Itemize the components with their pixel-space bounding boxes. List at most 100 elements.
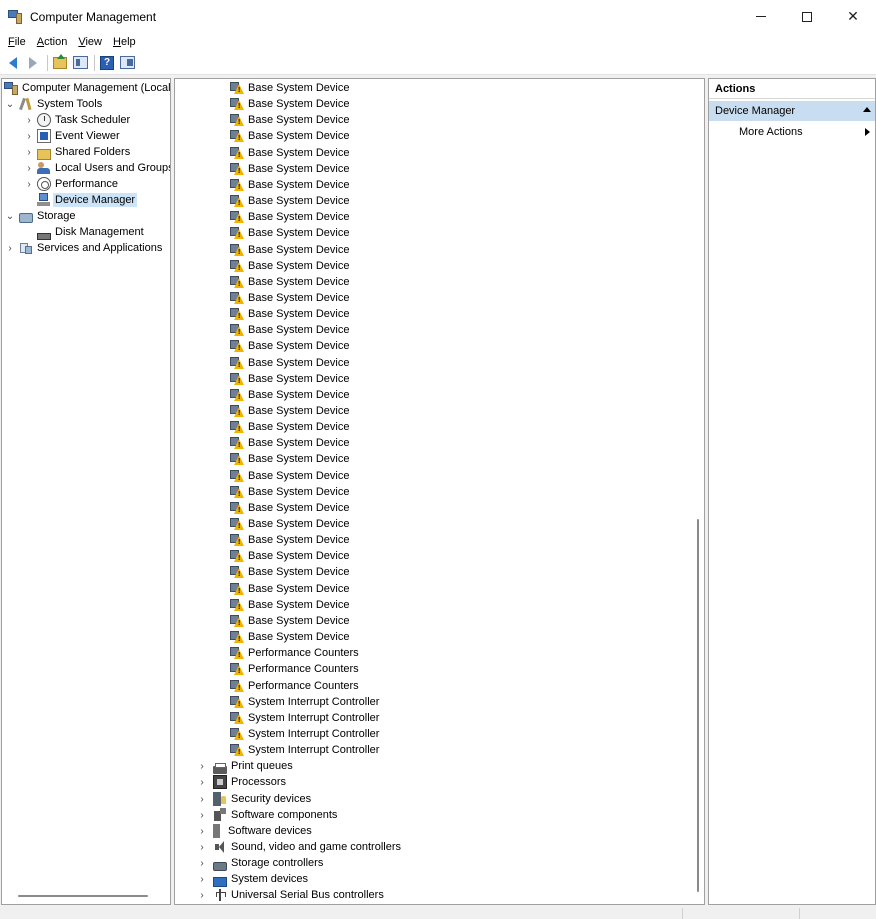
device-row[interactable]: ! Base System Device: [230, 177, 349, 193]
up-one-level-button[interactable]: [51, 53, 69, 72]
show-hide-tree-button[interactable]: [71, 54, 89, 72]
device-row[interactable]: ! Base System Device: [230, 80, 349, 96]
tree-item-local-users[interactable]: › Local Users and Groups: [24, 160, 170, 176]
device-row[interactable]: ! Base System Device: [230, 225, 349, 241]
device-category-sound-video-and-game-controllers[interactable]: › Sound, video and game controllers: [197, 839, 401, 855]
chevron-right-icon[interactable]: ›: [197, 890, 207, 901]
chevron-right-icon[interactable]: ›: [197, 810, 207, 821]
more-actions-item[interactable]: More Actions: [709, 123, 875, 141]
tree-item-system-tools[interactable]: ⌄ System Tools: [5, 96, 102, 112]
device-row[interactable]: ! Base System Device: [230, 613, 349, 629]
chevron-down-icon[interactable]: ⌄: [5, 211, 15, 222]
device-row[interactable]: ! Base System Device: [230, 112, 349, 128]
chevron-right-icon[interactable]: ›: [197, 842, 207, 853]
actions-section-device-manager[interactable]: Device Manager: [709, 101, 875, 121]
chevron-right-icon[interactable]: ›: [197, 826, 207, 837]
chevron-right-icon[interactable]: ›: [197, 777, 207, 788]
device-row[interactable]: ! Base System Device: [230, 419, 349, 435]
device-row[interactable]: ! Base System Device: [230, 516, 349, 532]
device-row[interactable]: ! Base System Device: [230, 371, 349, 387]
device-row[interactable]: ! Base System Device: [230, 387, 349, 403]
device-row[interactable]: ! Base System Device: [230, 597, 349, 613]
tree-item-task-scheduler[interactable]: › Task Scheduler: [24, 112, 130, 128]
device-row[interactable]: ! System Interrupt Controller: [230, 726, 379, 742]
horizontal-scrollbar[interactable]: [2, 889, 170, 904]
chevron-right-icon[interactable]: ›: [197, 761, 207, 772]
device-row[interactable]: ! Base System Device: [230, 242, 349, 258]
menu-file[interactable]: File: [3, 36, 32, 48]
menu-help[interactable]: Help: [108, 36, 142, 48]
device-row[interactable]: ! Base System Device: [230, 96, 349, 112]
device-row[interactable]: ! Base System Device: [230, 128, 349, 144]
close-button[interactable]: ✕: [830, 0, 876, 33]
device-row[interactable]: ! Base System Device: [230, 435, 349, 451]
device-category-storage-controllers[interactable]: › Storage controllers: [197, 855, 323, 871]
device-row[interactable]: ! Performance Counters: [230, 661, 359, 677]
device-row[interactable]: ! Base System Device: [230, 468, 349, 484]
device-row[interactable]: ! Base System Device: [230, 290, 349, 306]
help-button[interactable]: ?: [98, 54, 116, 72]
collapse-arrow-icon[interactable]: [863, 107, 871, 112]
forward-button[interactable]: [24, 54, 42, 72]
tree-item-device-manager[interactable]: Device Manager: [37, 192, 138, 208]
device-row[interactable]: ! Base System Device: [230, 532, 349, 548]
minimize-button[interactable]: [738, 0, 784, 33]
chevron-right-icon[interactable]: ›: [24, 163, 34, 174]
tree-root[interactable]: Computer Management (Local: [4, 80, 170, 96]
device-row[interactable]: ! Base System Device: [230, 484, 349, 500]
device-row[interactable]: ! Base System Device: [230, 581, 349, 597]
device-category-processors[interactable]: › Processors: [197, 774, 286, 790]
device-row[interactable]: ! Base System Device: [230, 564, 349, 580]
device-row[interactable]: ! Base System Device: [230, 548, 349, 564]
device-category-software-components[interactable]: › Software components: [197, 807, 337, 823]
maximize-button[interactable]: [784, 0, 830, 33]
tree-item-services[interactable]: › Services and Applications: [5, 240, 162, 256]
device-row[interactable]: ! Base System Device: [230, 322, 349, 338]
device-row[interactable]: ! Base System Device: [230, 451, 349, 467]
device-category-system-devices[interactable]: › System devices: [197, 871, 308, 887]
tree-item-storage[interactable]: ⌄ Storage: [5, 208, 76, 224]
device-row[interactable]: ! Base System Device: [230, 161, 349, 177]
device-row[interactable]: ! Performance Counters: [230, 678, 359, 694]
device-row[interactable]: ! Base System Device: [230, 209, 349, 225]
device-row[interactable]: ! System Interrupt Controller: [230, 694, 379, 710]
device-row[interactable]: ! Base System Device: [230, 355, 349, 371]
tree-item-disk-management[interactable]: Disk Management: [37, 224, 144, 240]
scrollbar-thumb[interactable]: [18, 895, 148, 897]
device-row[interactable]: ! Base System Device: [230, 500, 349, 516]
device-category-software-devices[interactable]: › Software devices: [197, 823, 312, 839]
console-tree[interactable]: Computer Management (Local ⌄ System Tool…: [1, 78, 171, 905]
device-row[interactable]: ! System Interrupt Controller: [230, 742, 379, 758]
chevron-right-icon[interactable]: ›: [197, 858, 207, 869]
show-hide-action-pane-button[interactable]: [118, 54, 136, 72]
chevron-right-icon[interactable]: ›: [197, 794, 207, 805]
device-row[interactable]: ! Base System Device: [230, 145, 349, 161]
chevron-right-icon[interactable]: ›: [24, 131, 34, 142]
device-category-security-devices[interactable]: › Security devices: [197, 791, 311, 807]
chevron-right-icon[interactable]: ›: [24, 179, 34, 190]
device-row[interactable]: ! Base System Device: [230, 338, 349, 354]
tree-item-shared-folders[interactable]: › Shared Folders: [24, 144, 130, 160]
device-row[interactable]: ! Base System Device: [230, 306, 349, 322]
device-row[interactable]: ! System Interrupt Controller: [230, 710, 379, 726]
device-row[interactable]: ! Base System Device: [230, 403, 349, 419]
chevron-right-icon[interactable]: ›: [197, 874, 207, 885]
chevron-down-icon[interactable]: ⌄: [5, 99, 15, 110]
chevron-right-icon[interactable]: ›: [24, 115, 34, 126]
device-row[interactable]: ! Base System Device: [230, 193, 349, 209]
chevron-right-icon[interactable]: ›: [5, 243, 15, 254]
device-row[interactable]: ! Base System Device: [230, 258, 349, 274]
scrollbar-thumb[interactable]: [697, 519, 699, 892]
tree-item-event-viewer[interactable]: › Event Viewer: [24, 128, 120, 144]
vertical-scrollbar[interactable]: [691, 79, 704, 904]
device-row[interactable]: ! Base System Device: [230, 274, 349, 290]
device-category-print-queues[interactable]: › Print queues: [197, 758, 293, 774]
menu-action[interactable]: Action: [32, 36, 74, 48]
menu-view[interactable]: View: [73, 36, 108, 48]
tree-item-performance[interactable]: › Performance: [24, 176, 118, 192]
device-row[interactable]: ! Base System Device: [230, 629, 349, 645]
back-button[interactable]: [4, 54, 22, 72]
device-row[interactable]: ! Performance Counters: [230, 645, 359, 661]
device-list[interactable]: ! Base System Device! Base System Device! B…: [174, 78, 705, 905]
device-category-universal-serial-bus-controllers[interactable]: › Universal Serial Bus controllers: [197, 887, 384, 903]
